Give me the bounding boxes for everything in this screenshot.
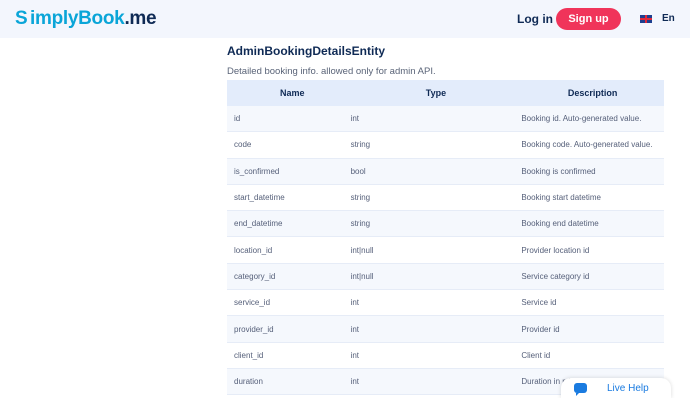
- language-label: En: [662, 13, 675, 24]
- cell-name: end_datetime: [227, 210, 351, 238]
- cell-type: int: [350, 342, 522, 369]
- column-header-description: Description: [521, 80, 664, 106]
- cell-name: duration: [227, 368, 351, 396]
- table-row: client_id int Client id: [227, 342, 664, 369]
- column-header-type: Type: [350, 80, 522, 106]
- cell-description: Booking id. Auto-generated value.: [521, 106, 664, 133]
- login-link[interactable]: Log in: [517, 12, 553, 26]
- uk-flag-icon: [640, 14, 652, 23]
- cell-name: is_confirmed: [227, 158, 351, 185]
- logo-suffix: .me: [124, 8, 157, 29]
- top-header: S implyBook.me Log in Sign up En: [0, 0, 690, 38]
- cell-name: client_id: [227, 342, 351, 369]
- cell-description: Booking code. Auto-generated value.: [521, 131, 664, 159]
- table-row: category_id int|null Service category id: [227, 263, 664, 291]
- cell-name: id: [227, 106, 351, 133]
- cell-description: Provider location id: [521, 236, 664, 264]
- table-row: code string Booking code. Auto-generated…: [227, 131, 664, 159]
- cell-name: service_id: [227, 289, 351, 317]
- cell-type: int|null: [350, 263, 522, 291]
- table-row: service_id int Service id: [227, 289, 664, 317]
- cell-name: code: [227, 131, 351, 159]
- cell-description: Client id: [521, 342, 664, 369]
- column-header-name: Name: [227, 80, 351, 106]
- table-row: provider_id int Provider id: [227, 315, 664, 343]
- entity-table: Name Type Description id int Booking id.…: [227, 80, 664, 396]
- signup-button[interactable]: Sign up: [556, 8, 621, 30]
- cell-type: string: [350, 131, 522, 159]
- cell-description: Service category id: [521, 263, 664, 291]
- table-row: start_datetime string Booking start date…: [227, 184, 664, 212]
- cell-type: int: [350, 106, 522, 133]
- cell-type: int: [350, 368, 522, 396]
- cell-description: Provider id: [521, 315, 664, 343]
- table-row: end_datetime string Booking end datetime: [227, 210, 664, 238]
- cell-type: int: [350, 289, 522, 317]
- logo-initial: S: [15, 8, 28, 29]
- table-row: id int Booking id. Auto-generated value.: [227, 106, 664, 133]
- cell-name: category_id: [227, 263, 351, 291]
- cell-description: Booking start datetime: [521, 184, 664, 212]
- cell-description: Booking end datetime: [521, 210, 664, 238]
- language-selector[interactable]: En: [640, 13, 675, 24]
- cell-type: int: [350, 315, 522, 343]
- cell-name: start_datetime: [227, 184, 351, 212]
- cell-name: location_id: [227, 236, 351, 264]
- logo-text: implyBook.me: [30, 8, 157, 29]
- cell-type: bool: [350, 158, 522, 185]
- live-help-button[interactable]: Live Help: [561, 378, 671, 398]
- table-row: is_confirmed bool Booking is confirmed: [227, 158, 664, 185]
- cell-description: Booking is confirmed: [521, 158, 664, 185]
- cell-type: string: [350, 184, 522, 212]
- page-title: AdminBookingDetailsEntity: [227, 44, 386, 58]
- cell-type: int|null: [350, 236, 522, 264]
- page-subtitle: Detailed booking info. allowed only for …: [227, 66, 436, 77]
- table-row: location_id int|null Provider location i…: [227, 236, 664, 264]
- simplybook-logo[interactable]: S implyBook.me: [15, 7, 157, 31]
- cell-name: provider_id: [227, 315, 351, 343]
- cell-description: Service id: [521, 289, 664, 317]
- cell-type: string: [350, 210, 522, 238]
- table-header-row: Name Type Description: [227, 80, 664, 106]
